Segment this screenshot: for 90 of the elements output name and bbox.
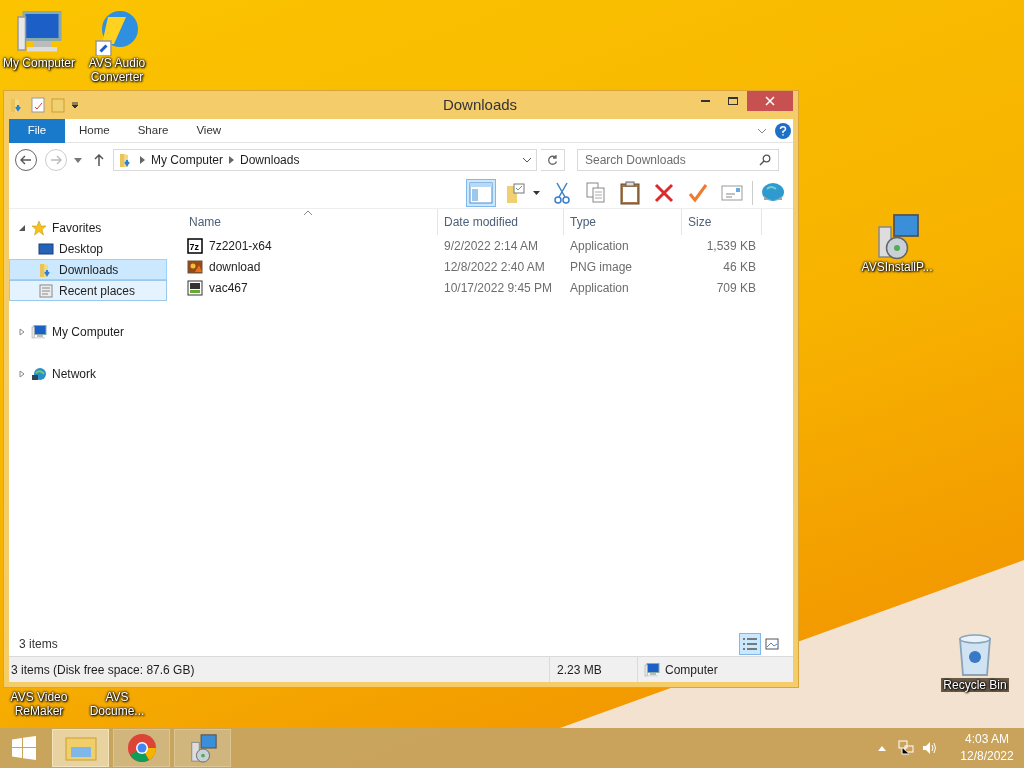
- address-caret-icon[interactable]: [522, 157, 532, 163]
- nav-item[interactable]: My Computer: [9, 321, 167, 342]
- folder-icon: [64, 735, 97, 761]
- caret-icon: [74, 157, 82, 163]
- help-icon: [779, 125, 787, 136]
- collapsed-arrow-icon[interactable]: [18, 369, 26, 378]
- large-icons-view-icon: [765, 638, 779, 650]
- back-arrow-icon: [20, 155, 32, 165]
- nav-label: Favorites: [52, 219, 102, 237]
- address-bar[interactable]: My Computer Downloads: [113, 149, 537, 171]
- nav-label: Downloads: [59, 261, 119, 279]
- up-arrow-icon: [94, 154, 104, 166]
- desktop-icon-label[interactable]: Recycle Bin: [941, 678, 1009, 692]
- collapsed-arrow-icon[interactable]: [18, 327, 26, 336]
- file-menu-button[interactable]: File: [9, 118, 65, 143]
- ribbon-tab[interactable]: View: [182, 118, 236, 143]
- file-row[interactable]: download 12/8/2022 2:40 AM PNG image 46 KB: [183, 256, 793, 277]
- desktop-icon: [38, 240, 54, 257]
- nav-label: Network: [52, 365, 96, 383]
- nav-item[interactable]: Desktop: [9, 238, 167, 259]
- search-input[interactable]: Search Downloads: [585, 151, 759, 169]
- close-icon: [765, 96, 775, 106]
- caret-icon: [532, 190, 540, 195]
- status-size: 2.23 MB: [549, 657, 637, 682]
- search-field[interactable]: Search Downloads: [577, 149, 779, 171]
- type-cell-text: Application: [569, 279, 630, 297]
- window-title: Downloads: [441, 94, 519, 115]
- column-header[interactable]: Date modified: [438, 209, 564, 235]
- recent-places-icon: [38, 282, 54, 299]
- details-view-icon: [742, 637, 758, 651]
- image-file-icon: [187, 258, 203, 275]
- expand-ribbon-caret-icon[interactable]: [757, 126, 767, 135]
- star-icon: [31, 219, 47, 236]
- preview-pane-button[interactable]: [466, 178, 496, 207]
- computer-icon: [644, 661, 660, 678]
- ribbon-tab[interactable]: Home: [65, 118, 124, 143]
- status-summary: 3 items (Disk free space: 87.6 GB): [10, 661, 196, 679]
- breadcrumb[interactable]: Downloads: [240, 151, 300, 169]
- nav-label: My Computer: [52, 323, 125, 341]
- file-row[interactable]: 7z 7z2201-x64 9/2/2022 2:14 AM Application 1,539 KB: [183, 235, 793, 256]
- column-header[interactable]: Type: [564, 209, 682, 235]
- installer-taskbar-button[interactable]: [174, 729, 231, 767]
- column-header[interactable]: Name: [183, 209, 438, 235]
- column-header[interactable]: Size: [682, 209, 762, 235]
- nav-item[interactable]: Recent places: [9, 280, 167, 301]
- file-name: 7z2201-x64: [209, 237, 272, 255]
- network-tray-icon[interactable]: [898, 740, 914, 756]
- file-row[interactable]: vac467 10/17/2022 9:45 PM Application 709 KB: [183, 277, 793, 298]
- volume-icon[interactable]: [922, 740, 938, 756]
- expanded-arrow-icon[interactable]: [18, 223, 26, 232]
- network-icon: [31, 365, 47, 382]
- breadcrumb-arrow-icon[interactable]: [229, 156, 235, 164]
- windows-logo-icon: [12, 736, 36, 760]
- nav-item[interactable]: Network: [9, 363, 167, 384]
- size-cell-text: 709 KB: [715, 279, 757, 297]
- archive-app-icon: 7z: [187, 237, 203, 254]
- nav-item[interactable]: Favorites: [9, 217, 167, 238]
- date-cell-text: 9/2/2022 2:14 AM: [443, 237, 540, 255]
- date-cell-text: 10/17/2022 9:45 PM: [443, 279, 554, 297]
- browser-icon: [126, 733, 157, 763]
- refresh-icon: [547, 154, 558, 166]
- nav-item[interactable]: Downloads: [9, 259, 167, 280]
- computer-icon: [31, 323, 47, 340]
- nav-label: Recent places: [59, 282, 136, 300]
- breadcrumb-arrow-icon[interactable]: [140, 156, 145, 164]
- converter-icon: [93, 8, 141, 56]
- search-icon: [759, 154, 771, 166]
- ribbon-tab[interactable]: Share: [123, 118, 183, 143]
- help-button[interactable]: [775, 122, 791, 139]
- forward-arrow-icon: [50, 155, 62, 165]
- properties-icon[interactable]: [31, 97, 45, 113]
- type-cell-text: PNG image: [569, 258, 634, 276]
- status-location: Computer: [665, 661, 718, 679]
- chrome-taskbar-button[interactable]: [113, 729, 170, 767]
- date-cell-text: 12/8/2022 2:40 AM: [443, 258, 546, 276]
- size-cell-text: 46 KB: [722, 258, 757, 276]
- size-cell-text: 1,539 KB: [705, 237, 757, 255]
- sort-ascending-icon: [304, 210, 312, 215]
- customize-caret-icon[interactable]: [71, 101, 79, 109]
- folder-check-icon: [504, 181, 527, 204]
- breadcrumb[interactable]: My Computer: [151, 151, 224, 169]
- setup-app-icon: [187, 279, 203, 296]
- file-name: vac467: [209, 279, 248, 297]
- file-name: download: [209, 258, 261, 276]
- item-count: 3 items: [19, 636, 58, 653]
- show-hidden-icons-icon[interactable]: [878, 745, 886, 751]
- refresh-button[interactable]: [541, 149, 565, 171]
- nav-label: Desktop: [59, 240, 104, 258]
- details-view-button[interactable]: [739, 633, 761, 655]
- type-cell-text: Application: [569, 237, 630, 255]
